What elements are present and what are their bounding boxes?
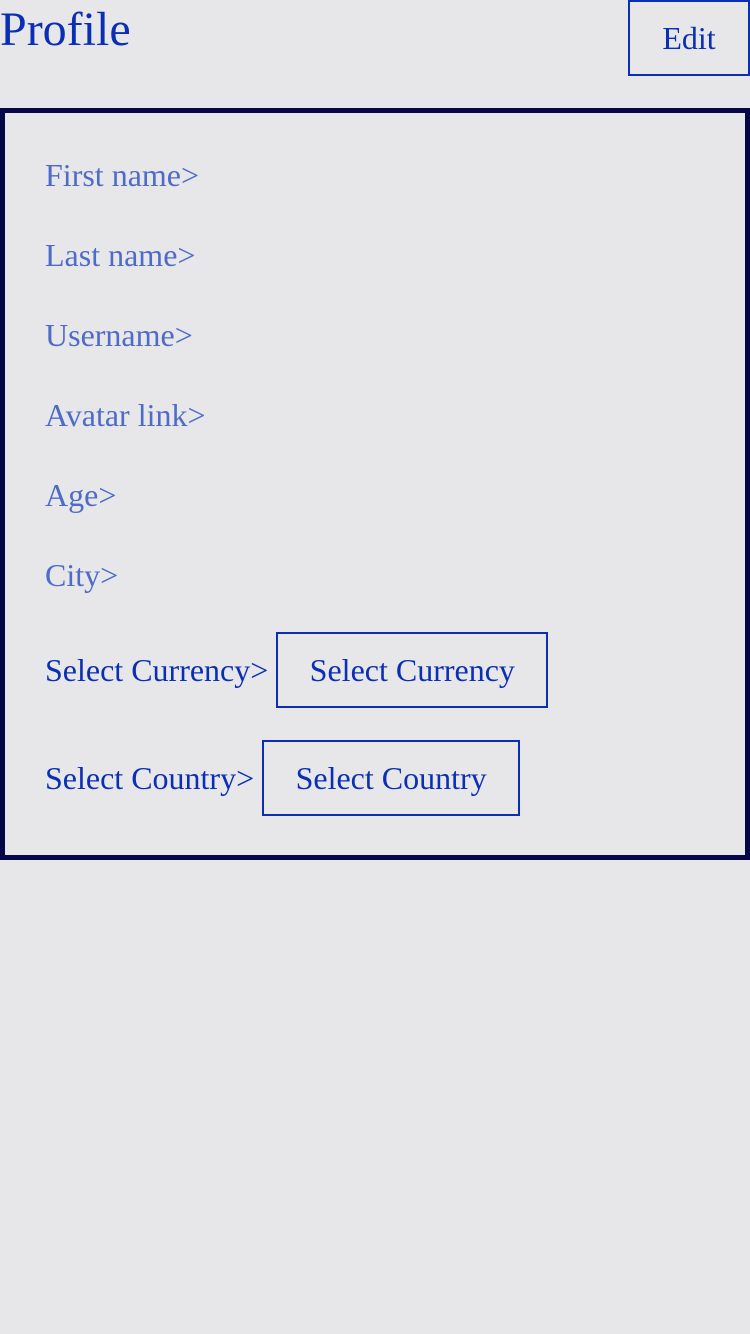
last-name-field[interactable]: Last name> <box>45 235 195 275</box>
city-field[interactable]: City> <box>45 555 118 595</box>
currency-row: Select Currency> Select Currency <box>45 632 549 708</box>
currency-label: Select Currency> <box>45 652 269 688</box>
profile-panel: First name> Last name> Username> Avatar … <box>0 108 750 860</box>
country-label: Select Country> <box>45 760 255 796</box>
username-field[interactable]: Username> <box>45 315 193 355</box>
edit-button[interactable]: Edit <box>628 0 750 76</box>
country-row: Select Country> Select Country <box>45 740 521 816</box>
select-currency-button[interactable]: Select Currency <box>276 632 549 708</box>
first-name-field[interactable]: First name> <box>45 155 199 195</box>
page-title: Profile <box>0 3 131 56</box>
age-field[interactable]: Age> <box>45 475 116 515</box>
avatar-link-field[interactable]: Avatar link> <box>45 395 206 435</box>
select-country-button[interactable]: Select Country <box>262 740 521 816</box>
